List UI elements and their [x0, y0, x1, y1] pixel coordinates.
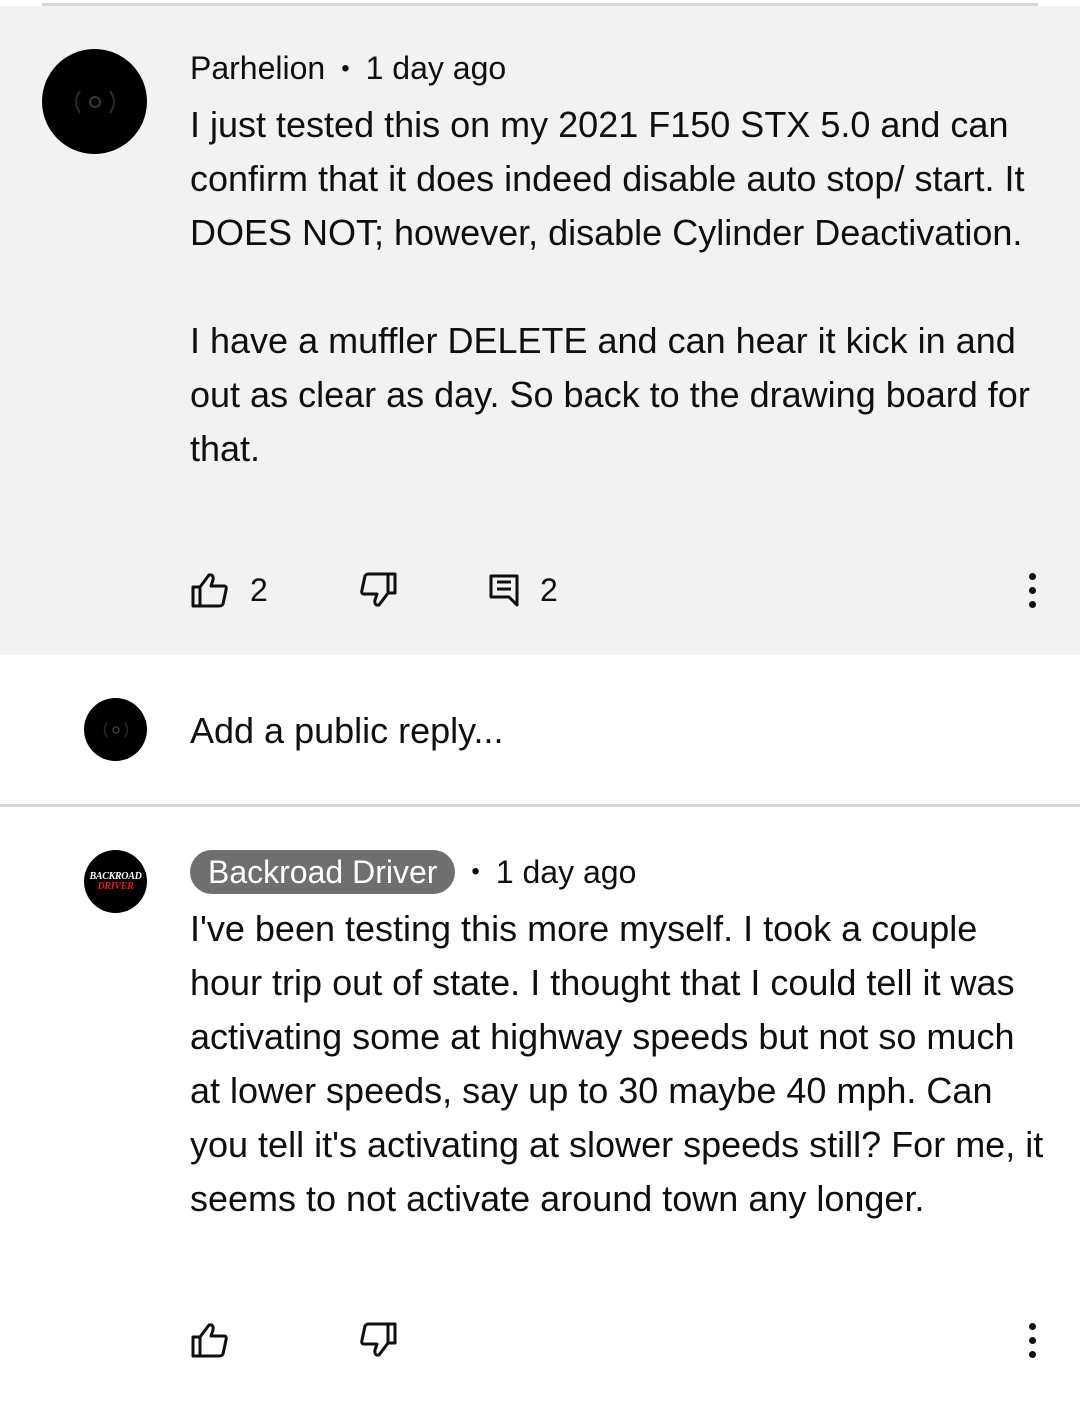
- thumbs-up-icon: [191, 1323, 228, 1358]
- comment-paragraph: I have a muffler DELETE and can hear it …: [190, 320, 1030, 469]
- avatar[interactable]: [42, 49, 147, 154]
- reply-button[interactable]: 2: [488, 565, 558, 615]
- reply-meta: Backroad Driver • 1 day ago: [190, 850, 636, 894]
- comment-actions: 2 2: [190, 565, 1050, 615]
- creator-author-badge[interactable]: Backroad Driver: [190, 850, 456, 894]
- camera-lens-icon: [74, 89, 115, 114]
- meta-separator: •: [341, 54, 350, 82]
- like-button[interactable]: [190, 1315, 230, 1365]
- camera-lens-icon: [103, 722, 128, 737]
- avatar-logo-text-bottom: DRIVER: [97, 880, 134, 892]
- avatar-logo-text-top: BACKROAD: [89, 870, 142, 882]
- thumbs-up-icon: [191, 573, 228, 608]
- reply-paragraph: I've been testing this more myself. I to…: [190, 908, 1044, 1219]
- reply-actions: [190, 1315, 1050, 1365]
- section-divider: [0, 804, 1080, 807]
- channel-avatar[interactable]: BACKROAD DRIVER: [84, 850, 147, 913]
- comment-meta: Parhelion • 1 day ago: [190, 50, 506, 87]
- thumbs-down-icon: [360, 1322, 397, 1357]
- dislike-button[interactable]: [358, 565, 398, 615]
- more-vert-icon[interactable]: [1014, 565, 1050, 615]
- meta-separator: •: [471, 858, 480, 885]
- thumbs-down-icon: [360, 572, 397, 607]
- comment-paragraph: I just tested this on my 2021 F150 STX 5…: [190, 104, 1025, 253]
- like-count: 2: [250, 571, 268, 608]
- more-vert-icon[interactable]: [1014, 1315, 1050, 1365]
- reply-count: 2: [540, 571, 558, 608]
- reply-time[interactable]: 1 day ago: [496, 854, 637, 891]
- comment-author[interactable]: Parhelion: [190, 50, 325, 87]
- comment-time[interactable]: 1 day ago: [366, 50, 507, 87]
- reply-text: I've been testing this more myself. I to…: [190, 902, 1050, 1226]
- dislike-button[interactable]: [358, 1315, 398, 1365]
- comment-text: I just tested this on my 2021 F150 STX 5…: [190, 98, 1050, 476]
- reply-avatar: [84, 698, 147, 761]
- add-reply-input[interactable]: Add a public reply...: [190, 705, 504, 757]
- like-button[interactable]: 2: [190, 565, 268, 615]
- comment-icon: [489, 574, 519, 607]
